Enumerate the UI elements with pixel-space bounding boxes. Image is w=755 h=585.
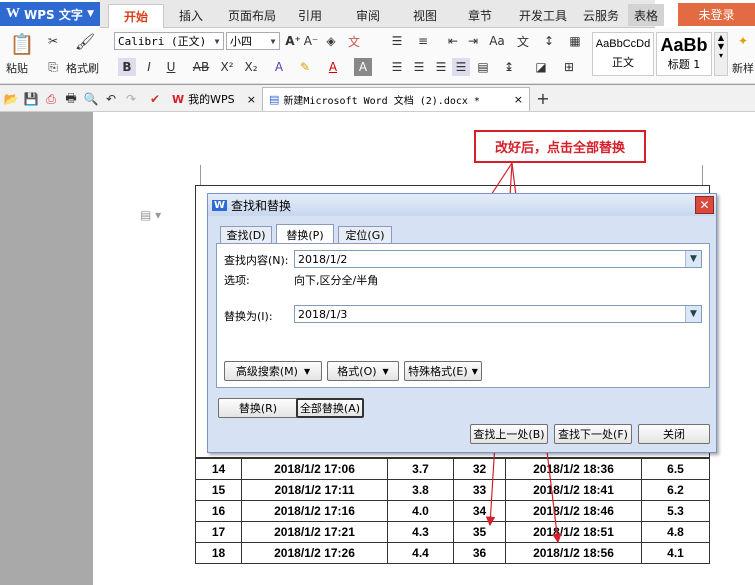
options-label: 选项: — [224, 274, 250, 287]
format-button[interactable]: 格式(O) ▼ — [327, 361, 399, 381]
replace-input[interactable]: 2018/1/3 ▼ — [294, 305, 702, 323]
options-value: 向下,区分全/半角 — [294, 274, 379, 287]
close-icon[interactable]: ✕ — [695, 196, 714, 214]
find-label: 查找内容(N): — [224, 254, 289, 267]
chevron-down-icon[interactable]: ▼ — [685, 251, 701, 267]
chevron-down-icon: ▼ — [303, 366, 311, 376]
wps-logo-icon: W — [212, 199, 228, 211]
advanced-search-button[interactable]: 高级搜索(M) ▼ — [224, 361, 322, 381]
chevron-down-icon: ▼ — [382, 366, 389, 376]
button-label: 高级搜索(M) — [235, 365, 298, 378]
find-replace-dialog: W 查找和替换 ✕ 查找(D) 替换(P) 定位(G) 查找内容(N): 201… — [207, 193, 717, 453]
button-label: 格式(O) — [337, 365, 377, 378]
tab-goto[interactable]: 定位(G) — [338, 226, 392, 244]
tab-replace[interactable]: 替换(P) — [276, 224, 334, 244]
tab-find[interactable]: 查找(D) — [220, 226, 272, 244]
special-format-button[interactable]: 特殊格式(E) ▼ — [404, 361, 482, 381]
find-value: 2018/1/2 — [298, 252, 348, 266]
close-button[interactable]: 关闭 — [638, 424, 710, 444]
replace-button[interactable]: 替换(R) — [218, 398, 298, 418]
button-label: 特殊格式(E) — [408, 365, 468, 378]
replace-all-button[interactable]: 全部替换(A) — [296, 398, 364, 418]
find-input[interactable]: 2018/1/2 ▼ — [294, 250, 702, 268]
find-previous-button[interactable]: 查找上一处(B) — [470, 424, 548, 444]
dialog-titlebar[interactable]: W 查找和替换 — [208, 194, 716, 216]
chevron-down-icon[interactable]: ▼ — [685, 306, 701, 322]
chevron-down-icon: ▼ — [471, 366, 478, 376]
find-next-button[interactable]: 查找下一处(F) — [554, 424, 632, 444]
dialog-title: 查找和替换 — [231, 198, 292, 213]
replace-value: 2018/1/3 — [298, 307, 348, 321]
replace-label: 替换为(I): — [224, 310, 273, 323]
